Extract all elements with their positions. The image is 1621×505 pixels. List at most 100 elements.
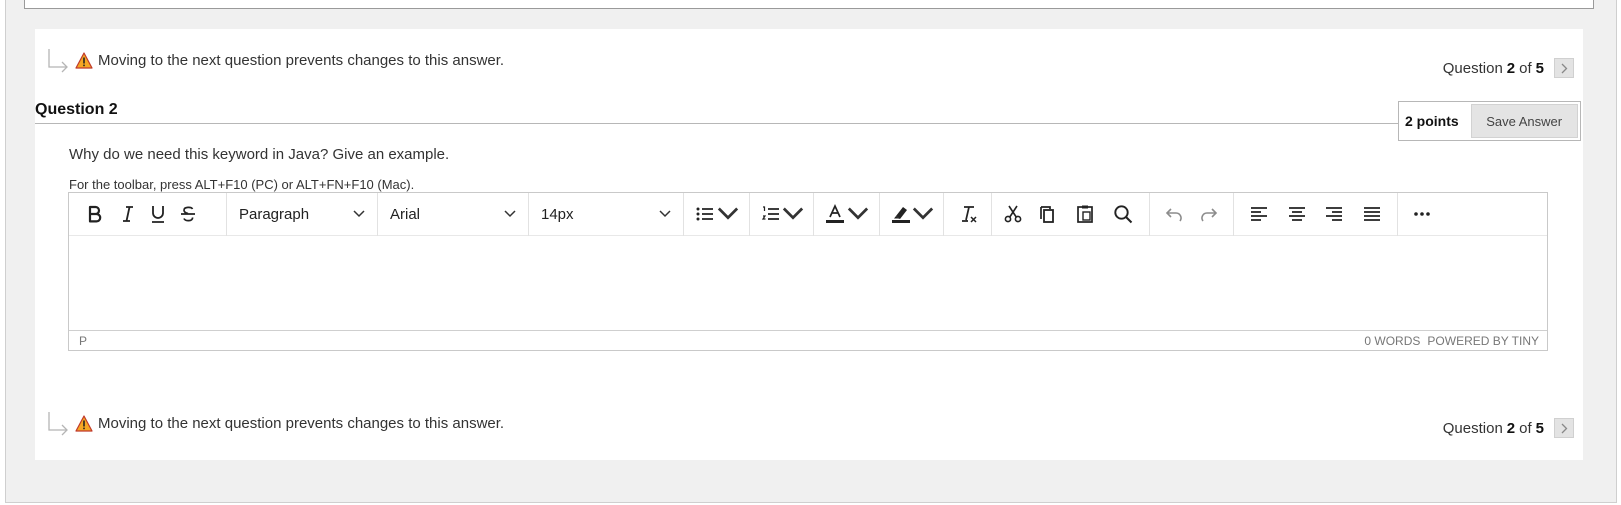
history-group bbox=[1150, 192, 1234, 236]
underline-icon bbox=[152, 206, 164, 223]
toolbar-hint: For the toolbar, press ALT+F10 (PC) or A… bbox=[69, 177, 415, 192]
warning-icon bbox=[75, 414, 93, 432]
text-color-icon bbox=[826, 203, 844, 223]
bullet-list-button[interactable] bbox=[690, 197, 743, 231]
editor-content-area[interactable] bbox=[69, 236, 1547, 331]
align-right-icon bbox=[1326, 207, 1343, 221]
points-label: 2 points bbox=[1405, 113, 1459, 129]
powered-by-link[interactable]: POWERED BY TINY bbox=[1427, 334, 1539, 348]
cut-button[interactable] bbox=[998, 197, 1028, 231]
strikethrough-icon bbox=[181, 206, 195, 222]
points-box: 2 points Save Answer bbox=[1398, 101, 1581, 141]
text-color-button[interactable] bbox=[820, 197, 873, 231]
question-divider bbox=[35, 123, 1398, 124]
undo-button[interactable] bbox=[1156, 197, 1192, 231]
chevron-down-icon bbox=[912, 207, 934, 220]
strikethrough-button[interactable] bbox=[173, 197, 203, 231]
clear-format-group bbox=[944, 192, 992, 236]
next-question-button[interactable] bbox=[1554, 58, 1574, 78]
nav-current: 2 bbox=[1506, 59, 1516, 77]
redo-icon bbox=[1201, 208, 1218, 222]
bullet-list-group bbox=[684, 192, 750, 236]
align-right-button[interactable] bbox=[1316, 197, 1354, 231]
element-path[interactable]: P bbox=[79, 334, 87, 348]
align-center-icon bbox=[1288, 207, 1305, 221]
nav-of: of bbox=[1519, 59, 1532, 77]
italic-button[interactable] bbox=[113, 197, 143, 231]
warning-text: Moving to the next question prevents cha… bbox=[98, 414, 505, 432]
font-size-value: 14px bbox=[541, 205, 574, 223]
cut-icon bbox=[1004, 205, 1022, 223]
clear-formatting-icon bbox=[961, 206, 977, 223]
nav-current: 2 bbox=[1506, 419, 1516, 437]
find-replace-button[interactable] bbox=[1104, 197, 1142, 231]
more-icon bbox=[1414, 212, 1430, 216]
numbered-list-button[interactable] bbox=[756, 197, 808, 231]
question-text: Why do we need this keyword in Java? Giv… bbox=[69, 146, 450, 163]
font-size-select[interactable]: 14px bbox=[535, 197, 677, 231]
redo-button[interactable] bbox=[1192, 197, 1228, 231]
highlight-group bbox=[880, 192, 944, 236]
block-format-select[interactable]: Paragraph bbox=[233, 197, 371, 231]
chevron-right-icon bbox=[1561, 63, 1568, 73]
nav-prefix: Question bbox=[1442, 419, 1503, 437]
chevron-down-icon bbox=[353, 210, 365, 218]
numbered-list-icon bbox=[761, 206, 779, 220]
nav-prefix: Question bbox=[1442, 59, 1503, 77]
save-answer-button[interactable]: Save Answer bbox=[1470, 104, 1578, 138]
underline-button[interactable] bbox=[143, 197, 173, 231]
align-left-icon bbox=[1250, 207, 1267, 221]
question-nav-bottom: Question 2 of 5 bbox=[1443, 418, 1574, 438]
bullet-list-icon bbox=[696, 207, 713, 221]
font-family-select[interactable]: Arial bbox=[384, 197, 522, 231]
copy-icon bbox=[1040, 206, 1054, 223]
align-left-button[interactable] bbox=[1240, 197, 1278, 231]
clipboard-group bbox=[992, 192, 1150, 236]
nav-total: 5 bbox=[1535, 419, 1544, 437]
navigation-warning-top: Moving to the next question prevents cha… bbox=[45, 47, 504, 73]
next-question-button[interactable] bbox=[1554, 418, 1574, 438]
align-center-button[interactable] bbox=[1278, 197, 1316, 231]
previous-section-box bbox=[24, 0, 1594, 9]
bold-icon bbox=[88, 205, 102, 223]
undo-icon bbox=[1165, 208, 1182, 222]
numbered-list-group bbox=[750, 192, 814, 236]
editor-toolbar: Paragraph Arial 14px bbox=[69, 192, 1547, 236]
highlight-icon bbox=[892, 207, 910, 223]
chevron-down-icon bbox=[782, 207, 804, 220]
bold-button[interactable] bbox=[75, 197, 113, 231]
warning-icon bbox=[75, 51, 93, 69]
alignment-group bbox=[1234, 192, 1398, 236]
font-size-group: 14px bbox=[529, 192, 684, 236]
text-color-group bbox=[814, 192, 880, 236]
assessment-background: Moving to the next question prevents cha… bbox=[5, 0, 1617, 503]
format-group bbox=[69, 192, 227, 236]
clear-formatting-button[interactable] bbox=[950, 197, 985, 231]
chevron-down-icon bbox=[717, 207, 739, 220]
block-format-value: Paragraph bbox=[239, 205, 310, 223]
warning-text: Moving to the next question prevents cha… bbox=[98, 51, 505, 69]
chevron-down-icon bbox=[504, 210, 516, 218]
justify-icon bbox=[1364, 207, 1381, 221]
highlight-button[interactable] bbox=[886, 197, 938, 231]
question-nav-top: Question 2 of 5 bbox=[1443, 58, 1574, 78]
nav-total: 5 bbox=[1535, 59, 1544, 77]
italic-icon bbox=[123, 206, 133, 222]
navigation-warning-bottom: Moving to the next question prevents cha… bbox=[45, 410, 504, 436]
chevron-down-icon bbox=[847, 207, 869, 220]
arrow-icon bbox=[48, 412, 68, 436]
editor-statusbar: P 0 WORDS POWERED BY TINY bbox=[69, 330, 1547, 350]
chevron-down-icon bbox=[659, 210, 671, 218]
justify-button[interactable] bbox=[1353, 197, 1391, 231]
question-title: Question 2 bbox=[35, 101, 118, 118]
arrow-icon bbox=[48, 49, 68, 73]
more-button[interactable] bbox=[1404, 197, 1440, 231]
paste-button[interactable] bbox=[1066, 197, 1104, 231]
paste-icon bbox=[1077, 205, 1093, 223]
font-family-value: Arial bbox=[390, 205, 421, 223]
block-format-group: Paragraph bbox=[227, 192, 378, 236]
word-count[interactable]: 0 WORDS bbox=[1364, 334, 1420, 348]
copy-button[interactable] bbox=[1028, 197, 1066, 231]
chevron-right-icon bbox=[1561, 423, 1568, 433]
font-family-group: Arial bbox=[378, 192, 529, 236]
